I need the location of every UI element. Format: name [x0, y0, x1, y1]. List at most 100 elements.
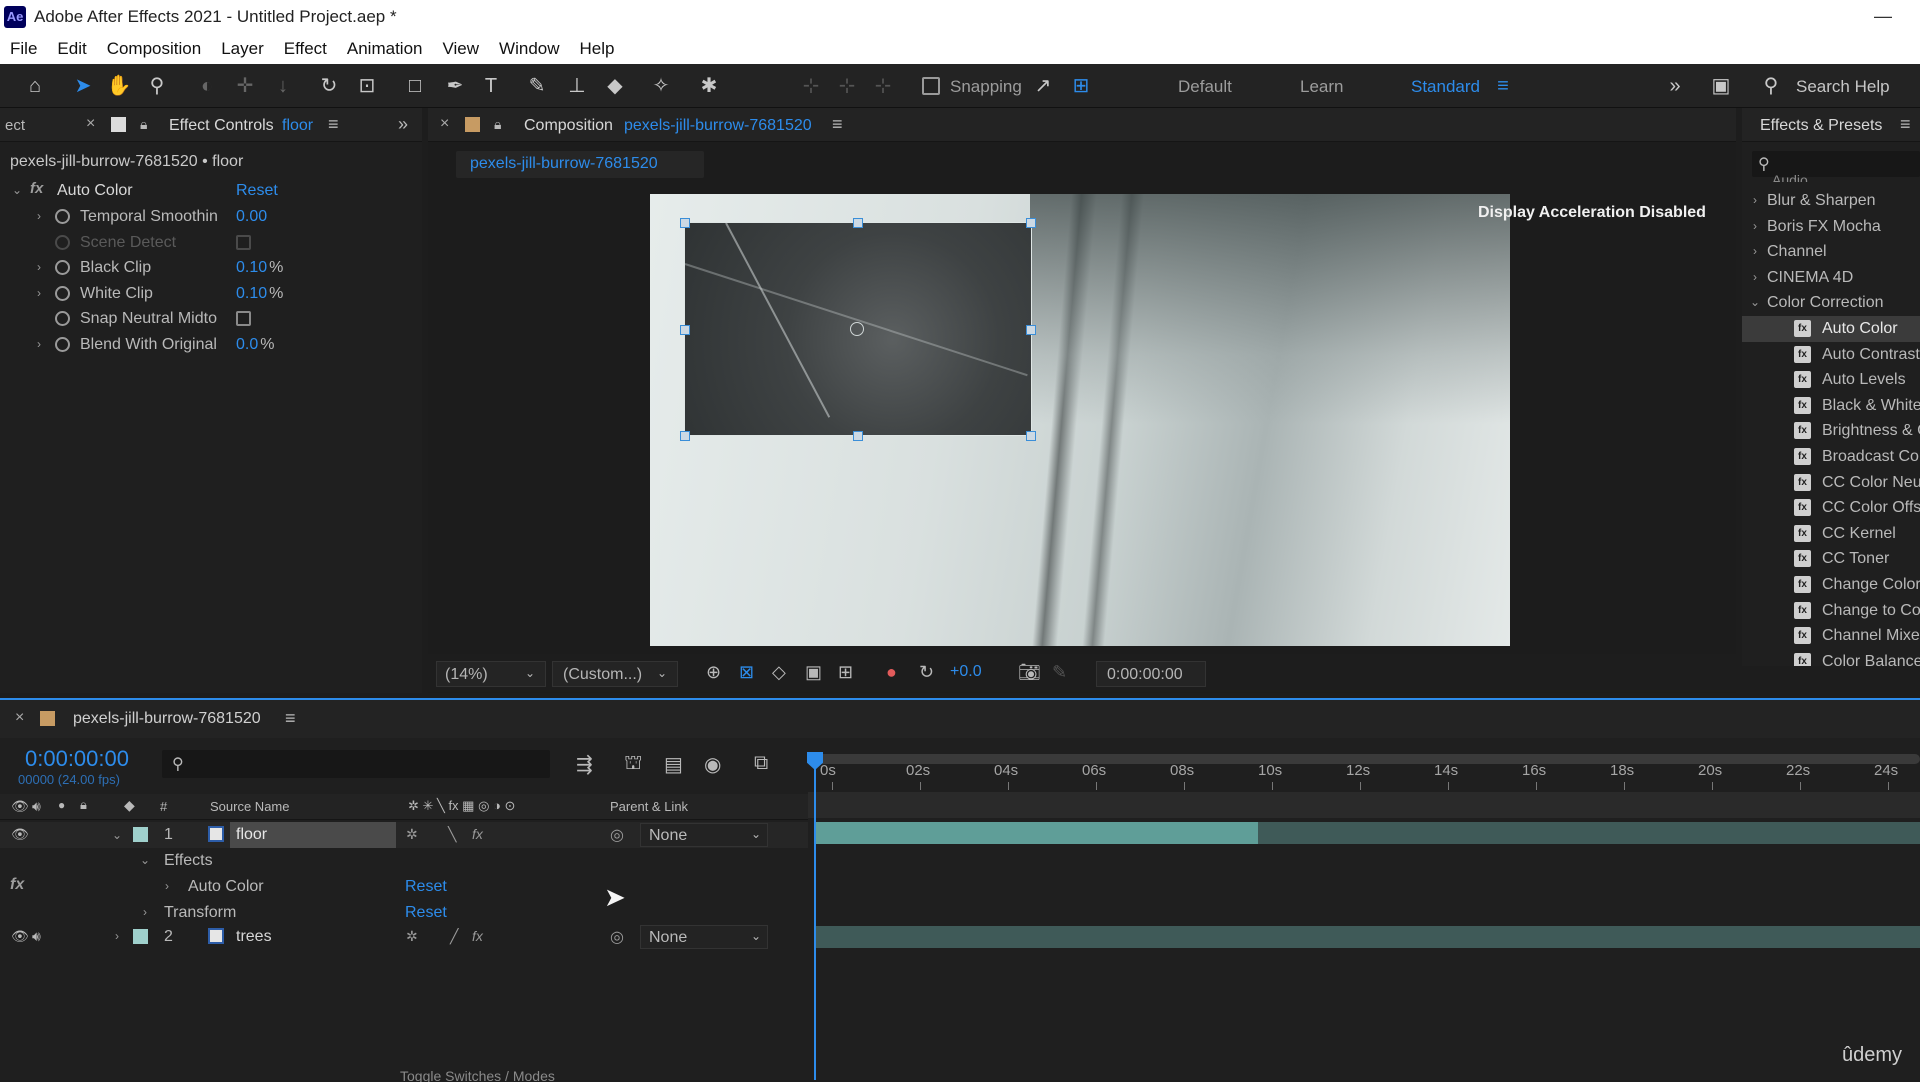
menu-edit[interactable]: Edit: [57, 39, 86, 59]
mask-visibility-icon[interactable]: ◇: [772, 662, 786, 683]
transform-handle[interactable]: [680, 431, 690, 441]
shy-switch-icon[interactable]: ✲: [406, 928, 418, 945]
zoom-dropdown[interactable]: (14%) ⌄: [436, 661, 546, 687]
reset-exposure-icon[interactable]: ↻: [919, 662, 934, 683]
lock-icon[interactable]: 🔒︎: [140, 116, 147, 133]
transform-row[interactable]: › Transform Reset: [0, 900, 808, 926]
workspace-default[interactable]: Default: [1178, 77, 1232, 97]
menu-file[interactable]: File: [10, 39, 37, 59]
eye-icon[interactable]: 👁︎: [11, 798, 29, 815]
label-tag-icon[interactable]: ◆: [124, 797, 135, 814]
view-axis-icon[interactable]: ⊹: [870, 74, 896, 98]
sync-settings-icon[interactable]: ▣: [1708, 74, 1734, 98]
effect-property-row[interactable]: › Blend With Original 0.0%: [0, 332, 420, 358]
stopwatch-icon[interactable]: [55, 209, 70, 224]
ep-panel-menu-icon[interactable]: ≡: [1900, 114, 1911, 135]
chevron-right-icon[interactable]: ›: [138, 905, 152, 919]
fx-icon[interactable]: fx: [30, 180, 43, 197]
effects-group-row[interactable]: ⌄ Effects: [0, 848, 808, 874]
menu-layer[interactable]: Layer: [221, 39, 264, 59]
home-icon[interactable]: ⌂: [22, 74, 48, 98]
comp-breadcrumb[interactable]: pexels-jill-burrow-7681520: [456, 151, 704, 178]
close-timeline-icon[interactable]: ×: [15, 709, 24, 727]
effect-preset-item[interactable]: fx CC Toner: [1742, 546, 1920, 572]
effects-category[interactable]: ⌄ Color Correction: [1742, 290, 1902, 316]
resolution-dropdown[interactable]: (Custom...) ⌄: [552, 661, 678, 687]
channels-icon[interactable]: ●: [886, 662, 897, 683]
parent-dropdown[interactable]: None ⌄: [640, 925, 768, 949]
effect-property-value[interactable]: 0.0: [236, 336, 258, 353]
layer-bar-trees[interactable]: [816, 926, 1920, 948]
fx-switch-icon[interactable]: fx: [472, 928, 483, 944]
effect-auto-color-row[interactable]: fx › Auto Color Reset: [0, 874, 808, 900]
eraser-tool-icon[interactable]: ◆: [602, 74, 628, 98]
transform-handle[interactable]: [680, 218, 690, 228]
comp-mini-flowchart-icon[interactable]: ⇶: [576, 752, 593, 777]
search-icon[interactable]: ⚲: [1758, 74, 1784, 98]
effect-property-row[interactable]: › Black Clip 0.10%: [0, 255, 420, 281]
chevron-down-icon[interactable]: ⌄: [1748, 295, 1762, 309]
effects-presets-title[interactable]: Effects & Presets: [1760, 117, 1882, 135]
timeline-tab-name[interactable]: pexels-jill-burrow-7681520: [73, 710, 261, 728]
search-help-field[interactable]: Search Help: [1796, 77, 1890, 97]
stopwatch-icon[interactable]: [55, 285, 70, 301]
snapshot-camera-icon[interactable]: 📷︎: [1018, 662, 1041, 683]
minimize-button[interactable]: —: [1874, 6, 1892, 27]
effects-category[interactable]: › CINEMA 4D: [1742, 265, 1902, 291]
close-tab-icon[interactable]: ×: [86, 115, 95, 133]
transform-handle[interactable]: [853, 431, 863, 441]
chevron-down-icon[interactable]: ⌄: [10, 183, 24, 197]
playhead[interactable]: [814, 756, 816, 1080]
column-source-name[interactable]: Source Name: [210, 799, 289, 814]
transform-handle[interactable]: [1026, 431, 1036, 441]
menu-composition[interactable]: Composition: [107, 39, 202, 59]
transform-handle[interactable]: [1026, 218, 1036, 228]
chevron-right-icon[interactable]: ›: [1748, 219, 1762, 233]
effect-preset-item[interactable]: fx Color Balance: [1742, 649, 1920, 666]
column-number[interactable]: #: [160, 799, 167, 814]
exposure-value[interactable]: +0.0: [950, 663, 982, 681]
pick-whip-icon[interactable]: ◎: [610, 825, 624, 845]
effect-property-checkbox[interactable]: [236, 311, 251, 327]
workspace-learn[interactable]: Learn: [1300, 77, 1343, 97]
world-axis-icon[interactable]: ⊹: [834, 74, 860, 98]
effect-preset-item[interactable]: fx Broadcast Colors: [1742, 444, 1920, 470]
chevron-right-icon[interactable]: ›: [110, 929, 124, 943]
fast-previews-icon[interactable]: ⊕: [706, 662, 721, 683]
transform-handle[interactable]: [853, 218, 863, 228]
effect-property-row[interactable]: › White Clip 0.10%: [0, 281, 420, 307]
show-snapshot-icon[interactable]: ✎: [1052, 662, 1067, 683]
effect-preset-item[interactable]: fx Black & White: [1742, 393, 1920, 419]
transform-reset-link[interactable]: Reset: [405, 904, 447, 922]
composition-tab[interactable]: Composition: [524, 117, 613, 135]
parent-dropdown[interactable]: None ⌄: [640, 823, 768, 847]
region-of-interest-icon[interactable]: ▣: [805, 662, 822, 683]
effect-preset-item[interactable]: fx Channel Mixer: [1742, 623, 1920, 649]
grid-guides-icon[interactable]: ⊞: [838, 662, 853, 683]
chevron-right-icon[interactable]: ›: [32, 209, 46, 223]
clone-stamp-tool-icon[interactable]: ⊥: [564, 74, 590, 98]
pen-tool-icon[interactable]: ✒: [442, 74, 468, 98]
chevron-down-icon[interactable]: ⌄: [138, 853, 152, 867]
snapping-checkbox[interactable]: [922, 77, 940, 95]
layer-label-swatch[interactable]: [133, 929, 148, 944]
overflow-workspaces-icon[interactable]: »: [1662, 74, 1688, 98]
stopwatch-icon[interactable]: [55, 337, 70, 352]
hand-tool-icon[interactable]: ✋: [106, 74, 132, 98]
timeline-current-time[interactable]: 0:00:00:00: [25, 746, 129, 772]
effects-category[interactable]: › Boris FX Mocha: [1742, 214, 1902, 240]
transform-handle[interactable]: [1026, 325, 1036, 335]
effect-property-checkbox[interactable]: [236, 234, 251, 250]
pick-whip-icon[interactable]: ◎: [610, 927, 624, 947]
quality-switch-icon[interactable]: ╲: [448, 826, 456, 843]
pan-camera-icon[interactable]: ✛: [232, 74, 258, 98]
effect-preset-item[interactable]: fx Brightness & Contrast: [1742, 418, 1920, 444]
roto-brush-tool-icon[interactable]: ✧: [648, 74, 674, 98]
eye-icon[interactable]: 👁︎: [11, 826, 29, 843]
puppet-pin-tool-icon[interactable]: ✱: [696, 74, 722, 98]
anchor-point-icon[interactable]: [850, 322, 864, 336]
project-tab-clipped[interactable]: ect: [5, 117, 25, 134]
timeline-search-input[interactable]: ⚲: [162, 750, 550, 778]
quality-switch-icon[interactable]: ╱: [450, 928, 458, 945]
transform-handle[interactable]: [680, 325, 690, 335]
